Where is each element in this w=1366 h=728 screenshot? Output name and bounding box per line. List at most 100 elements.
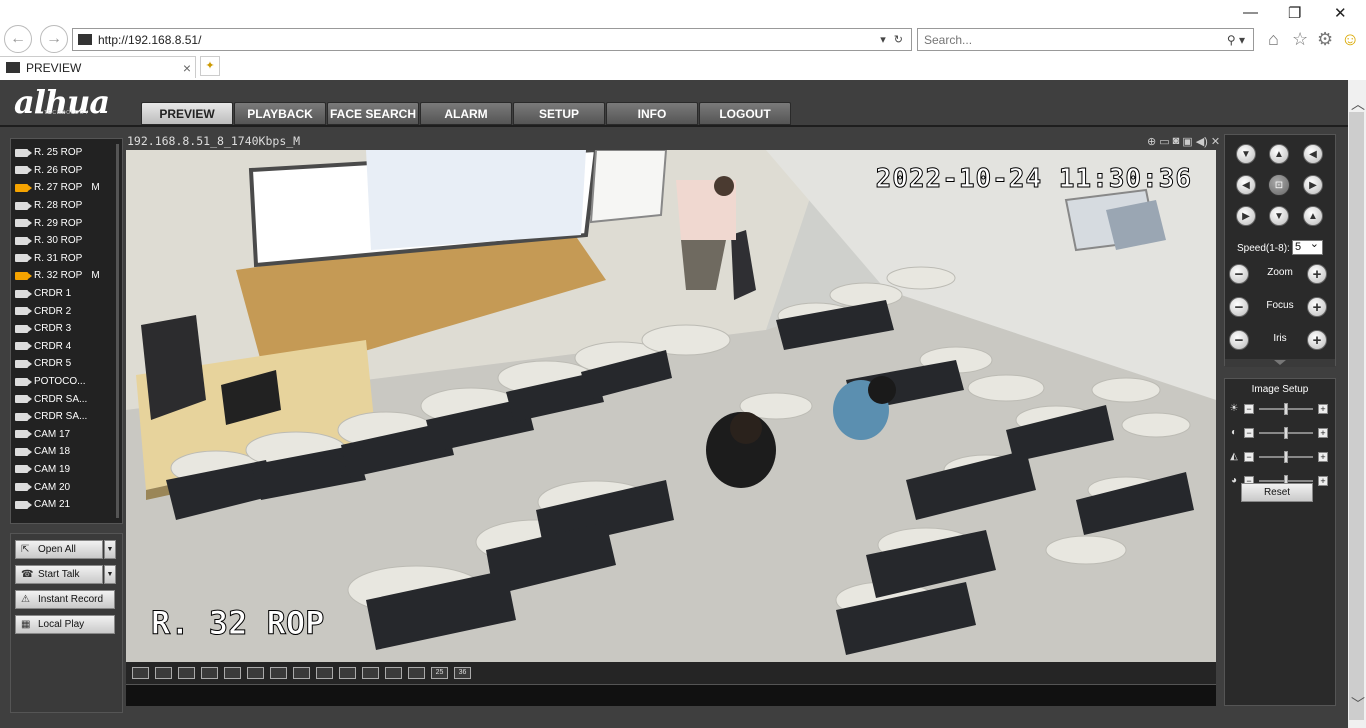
layout-button[interactable] (339, 667, 356, 679)
speed-select[interactable]: 5 (1292, 238, 1323, 255)
reset-button[interactable]: Reset (1241, 483, 1313, 502)
layout-button[interactable] (247, 667, 264, 679)
snapshot-icon[interactable]: ◙ (1173, 135, 1180, 148)
channel-item[interactable]: CRDR 1 (15, 285, 115, 303)
layout-button[interactable]: 36 (454, 667, 471, 679)
tab-close-icon[interactable]: × (183, 60, 191, 76)
minimize-icon[interactable]: — (1243, 4, 1258, 21)
scroll-down-icon[interactable]: ﹀ (1351, 694, 1365, 714)
start-talk-dropdown[interactable]: ▼ (104, 565, 116, 584)
channel-item[interactable]: CAM 21 (15, 496, 115, 514)
ptz-down-icon[interactable]: ▼ (1269, 206, 1289, 226)
channel-item[interactable]: R. 29 ROP (15, 214, 115, 232)
search-input[interactable] (924, 32, 1227, 47)
layout-button[interactable] (316, 667, 333, 679)
search-icon[interactable]: ⚲ ▾ (1227, 33, 1245, 47)
channel-item[interactable]: R. 32 ROP M (15, 267, 115, 285)
channel-item[interactable]: CRDR 4 (15, 338, 115, 356)
address-url[interactable]: http://192.168.8.51/ (98, 33, 880, 47)
address-bar[interactable]: http://192.168.8.51/ ▾ ↻ (72, 28, 912, 51)
contrast-minus-button[interactable]: − (1244, 428, 1254, 438)
layout-button[interactable] (178, 667, 195, 679)
zoom-plus-button[interactable]: + (1307, 264, 1327, 284)
refresh-icon[interactable]: ↻ (894, 33, 903, 46)
channel-item[interactable]: R. 25 ROP (15, 144, 115, 162)
contrast-slider[interactable] (1259, 427, 1313, 439)
brightness-plus-button[interactable]: + (1318, 404, 1328, 414)
ptz-collapse-toggle[interactable] (1225, 359, 1335, 367)
open-all-button[interactable]: ⇱ Open All (15, 540, 103, 559)
saturation-plus-button[interactable]: + (1318, 452, 1328, 462)
local-play-button[interactable]: ▦ Local Play (15, 615, 115, 634)
channel-list-scrollbar[interactable] (116, 144, 119, 518)
favorites-star-icon[interactable]: ☆ (1292, 29, 1308, 50)
instant-record-button[interactable]: ⚠ Instant Record (15, 590, 115, 609)
saturation-slider[interactable] (1259, 451, 1313, 463)
channel-item[interactable]: CAM 17 (15, 426, 115, 444)
scroll-thumb[interactable] (1349, 112, 1364, 720)
layout-button[interactable] (132, 667, 149, 679)
channel-item[interactable]: CRDR SA... (15, 408, 115, 426)
layout-button[interactable] (293, 667, 310, 679)
close-window-icon[interactable]: ✕ (1334, 4, 1347, 22)
nav-tab-face-search[interactable]: FACE SEARCH (327, 102, 419, 125)
channel-item[interactable]: CRDR 2 (15, 302, 115, 320)
forward-button[interactable]: → (40, 25, 68, 53)
channel-item[interactable]: CAM 20 (15, 478, 115, 496)
home-icon[interactable]: ⌂ (1268, 29, 1279, 50)
window-icon[interactable]: ▭ (1159, 135, 1169, 148)
ptz-up-right-icon[interactable]: ◀ (1303, 144, 1323, 164)
layout-button[interactable] (408, 667, 425, 679)
search-box[interactable]: ⚲ ▾ (917, 28, 1254, 51)
brightness-slider[interactable] (1259, 403, 1313, 415)
channel-item[interactable]: R. 30 ROP (15, 232, 115, 250)
channel-item[interactable]: CRDR SA... (15, 390, 115, 408)
audio-icon[interactable]: ◀) (1196, 135, 1208, 148)
saturation-slider-thumb[interactable] (1284, 451, 1288, 463)
channel-item[interactable]: R. 27 ROP M (15, 179, 115, 197)
scroll-up-icon[interactable]: ︿ (1351, 94, 1365, 114)
nav-tab-alarm[interactable]: ALARM (420, 102, 512, 125)
live-video-feed[interactable]: 2022-10-24 11:30:36 R. 32 ROP (126, 150, 1216, 662)
channel-item[interactable]: R. 26 ROP (15, 162, 115, 180)
channel-item[interactable]: R. 28 ROP (15, 197, 115, 215)
nav-tab-info[interactable]: INFO (606, 102, 698, 125)
brightness-minus-button[interactable]: − (1244, 404, 1254, 414)
ptz-right-icon[interactable]: ▶ (1303, 175, 1323, 195)
restore-icon[interactable]: ❐ (1288, 4, 1301, 22)
layout-button[interactable] (362, 667, 379, 679)
focus-plus-button[interactable]: + (1307, 297, 1327, 317)
address-dropdown-icon[interactable]: ▾ (880, 33, 886, 46)
hue-slider[interactable] (1259, 475, 1313, 487)
ptz-down-left-icon[interactable]: ▶ (1236, 206, 1256, 226)
nav-tab-logout[interactable]: LOGOUT (699, 102, 791, 125)
ptz-up-icon[interactable]: ▲ (1269, 144, 1289, 164)
feedback-smiley-icon[interactable]: ☺ (1341, 29, 1359, 50)
channel-item[interactable]: CAM 18 (15, 443, 115, 461)
saturation-minus-button[interactable]: − (1244, 452, 1254, 462)
channel-item[interactable]: POTOCO... (15, 373, 115, 391)
page-scrollbar[interactable]: ︿ ﹀ (1348, 80, 1366, 728)
nav-tab-setup[interactable]: SETUP (513, 102, 605, 125)
layout-button[interactable] (385, 667, 402, 679)
channel-item[interactable]: R. 31 ROP (15, 250, 115, 268)
nav-tab-preview[interactable]: PREVIEW (141, 102, 233, 125)
close-video-icon[interactable]: ✕ (1211, 135, 1220, 148)
ptz-down-right-icon[interactable]: ▲ (1303, 206, 1323, 226)
channel-item[interactable]: CRDR 5 (15, 355, 115, 373)
record-icon[interactable]: ▣ (1182, 135, 1192, 148)
contrast-plus-button[interactable]: + (1318, 428, 1328, 438)
settings-gear-icon[interactable]: ⚙ (1317, 29, 1333, 50)
channel-item[interactable]: CAM 19 (15, 461, 115, 479)
ptz-up-left-icon[interactable]: ▼ (1236, 144, 1256, 164)
brightness-slider-thumb[interactable] (1284, 403, 1288, 415)
channel-item[interactable]: CRDR 3 (15, 320, 115, 338)
contrast-slider-thumb[interactable] (1284, 427, 1288, 439)
nav-tab-playback[interactable]: PLAYBACK (234, 102, 326, 125)
hue-plus-button[interactable]: + (1318, 476, 1328, 486)
back-button[interactable]: ← (4, 25, 32, 53)
new-tab-button[interactable]: ✦ (200, 56, 220, 76)
zoom-in-icon[interactable]: ⊕ (1147, 135, 1156, 148)
browser-tab[interactable]: PREVIEW × (0, 56, 196, 78)
layout-button[interactable] (201, 667, 218, 679)
